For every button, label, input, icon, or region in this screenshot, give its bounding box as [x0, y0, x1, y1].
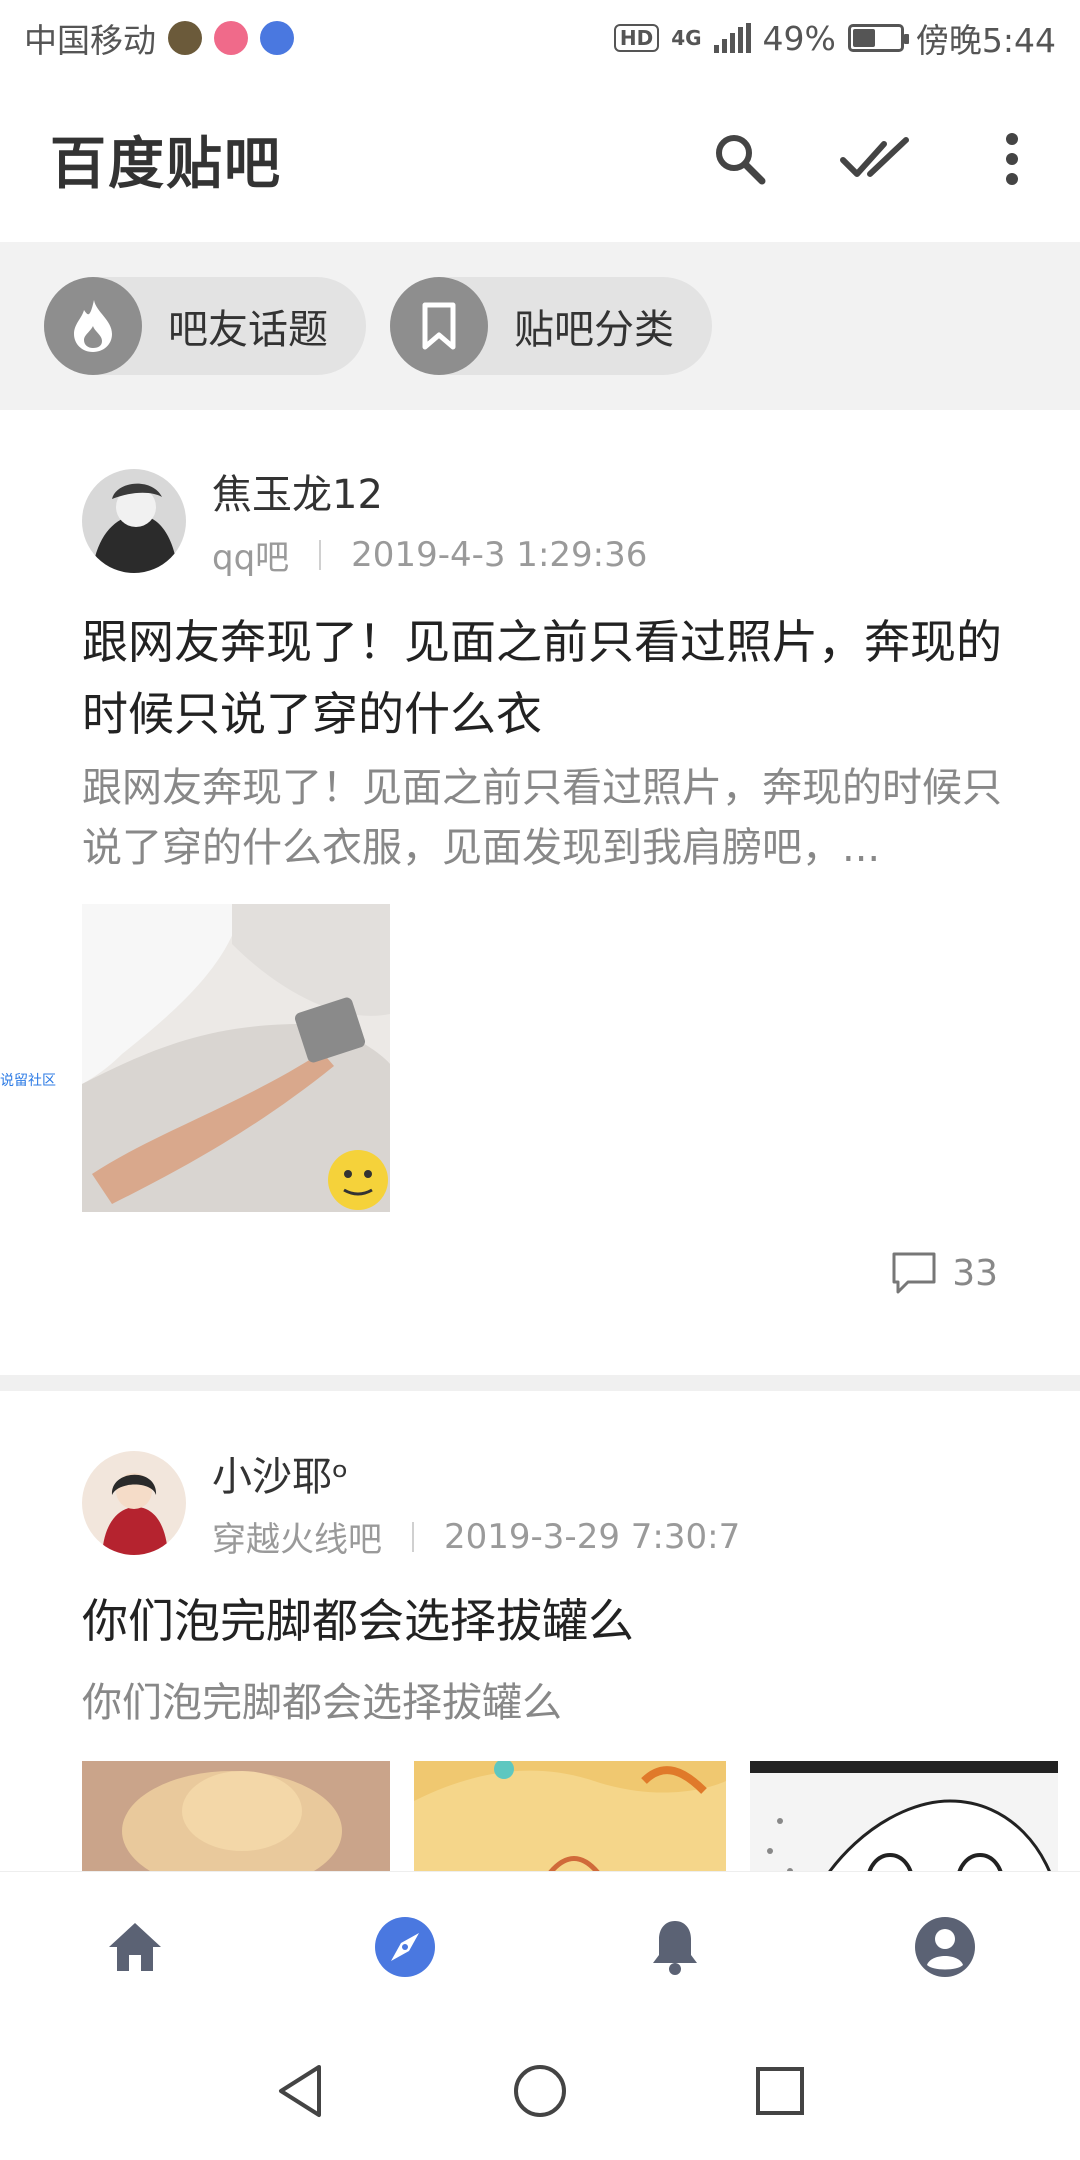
avatar[interactable] [82, 468, 186, 573]
comment-icon [892, 1252, 936, 1294]
feed-post[interactable]: 焦玉龙12 qq吧 2019-4-3 1:29:36 跟网友奔现了！见面之前只看… [0, 410, 1080, 1375]
author-name[interactable]: 焦玉龙12 [212, 462, 647, 520]
nav-discover[interactable] [345, 1887, 465, 2007]
clock: 傍晚5:44 [915, 21, 1056, 60]
chat-badge-icon [214, 21, 248, 55]
nav-notifications[interactable] [615, 1887, 735, 2007]
system-back-button[interactable] [245, 2036, 355, 2146]
feed-post[interactable]: 小沙耶ᵒ 穿越火线吧 2019-3-29 7:30:7 你们泡完脚都会选择拔罐么… [0, 1391, 1080, 1871]
post-time: 2019-4-3 1:29:36 [351, 534, 648, 575]
more-options-button[interactable] [944, 99, 1080, 219]
signal-icon [713, 23, 751, 53]
chip-topics[interactable]: 吧友话题 [44, 277, 366, 375]
comment-count[interactable]: 33 [890, 1250, 998, 1296]
system-navigation [0, 2021, 1080, 2160]
system-home-button[interactable] [485, 2036, 595, 2146]
app-badge-icon [168, 21, 202, 55]
post-divider [0, 1375, 1080, 1391]
battery-percent: 49% [762, 18, 836, 58]
meta-divider [319, 539, 322, 570]
side-watermark: 说留社区 [0, 1073, 56, 1089]
assistant-badge-icon [260, 21, 294, 55]
bookmark-icon [390, 277, 488, 375]
chip-categories-label: 贴吧分类 [514, 307, 674, 353]
meta-divider [412, 1521, 414, 1552]
post-excerpt[interactable]: 你们泡完脚都会选择拔罐么 [82, 1673, 1002, 1733]
network-type: 4G [671, 26, 702, 50]
post-title[interactable]: 你们泡完脚都会选择拔罐么 [82, 1585, 1002, 1657]
post-header: 小沙耶ᵒ 穿越火线吧 2019-3-29 7:30:7 [82, 1444, 740, 1561]
forum-name[interactable]: qq吧 [212, 530, 289, 579]
discover-compass-icon [375, 1916, 435, 1977]
mark-read-icon [840, 137, 909, 177]
chip-categories[interactable]: 贴吧分类 [390, 277, 712, 375]
author-name[interactable]: 小沙耶ᵒ [212, 1444, 740, 1502]
carrier-label: 中国移动 [24, 21, 156, 60]
post-title[interactable]: 跟网友奔现了！见面之前只看过照片，奔现的时候只说了穿的什么衣 [82, 606, 1002, 750]
search-icon [716, 135, 766, 185]
post-header: 焦玉龙12 qq吧 2019-4-3 1:29:36 [82, 462, 647, 579]
app-title: 百度贴吧 [50, 131, 282, 197]
battery-icon [847, 24, 909, 52]
home-circle-icon [514, 2064, 566, 2117]
home-icon [109, 1922, 161, 1971]
search-button[interactable] [672, 99, 808, 219]
comment-count-value: 33 [952, 1252, 998, 1294]
forum-name[interactable]: 穿越火线吧 [212, 1512, 382, 1561]
post-image[interactable] [82, 904, 390, 1212]
bottom-navigation [0, 1871, 1080, 2021]
nav-profile[interactable] [885, 1887, 1005, 2007]
back-triangle-icon [279, 2064, 321, 2117]
status-bar: 中国移动 HD 4G 49% 傍晚5:44 [0, 0, 1080, 76]
system-recents-button[interactable] [725, 2036, 835, 2146]
post-image[interactable] [82, 1761, 390, 1871]
recents-square-icon [756, 2066, 804, 2115]
post-image[interactable] [414, 1761, 726, 1871]
post-excerpt[interactable]: 跟网友奔现了！见面之前只看过照片，奔现的时候只说了穿的什么衣服，见面发现到我肩膀… [82, 758, 1002, 878]
app-bar: 百度贴吧 [0, 76, 1080, 242]
profile-icon [915, 1916, 975, 1977]
mark-all-read-button[interactable] [808, 99, 944, 219]
nav-home[interactable] [75, 1887, 195, 2007]
avatar[interactable] [82, 1450, 186, 1555]
more-vert-icon [1006, 133, 1018, 185]
notification-bell-icon [653, 1920, 697, 1975]
hd-indicator: HD [613, 24, 660, 52]
flame-icon [44, 277, 142, 375]
chip-topics-label: 吧友话题 [168, 307, 328, 353]
quick-entry-bar: 吧友话题 贴吧分类 [0, 242, 1080, 410]
post-image[interactable] [750, 1761, 1058, 1871]
post-time: 2019-3-29 7:30:7 [444, 1516, 741, 1557]
